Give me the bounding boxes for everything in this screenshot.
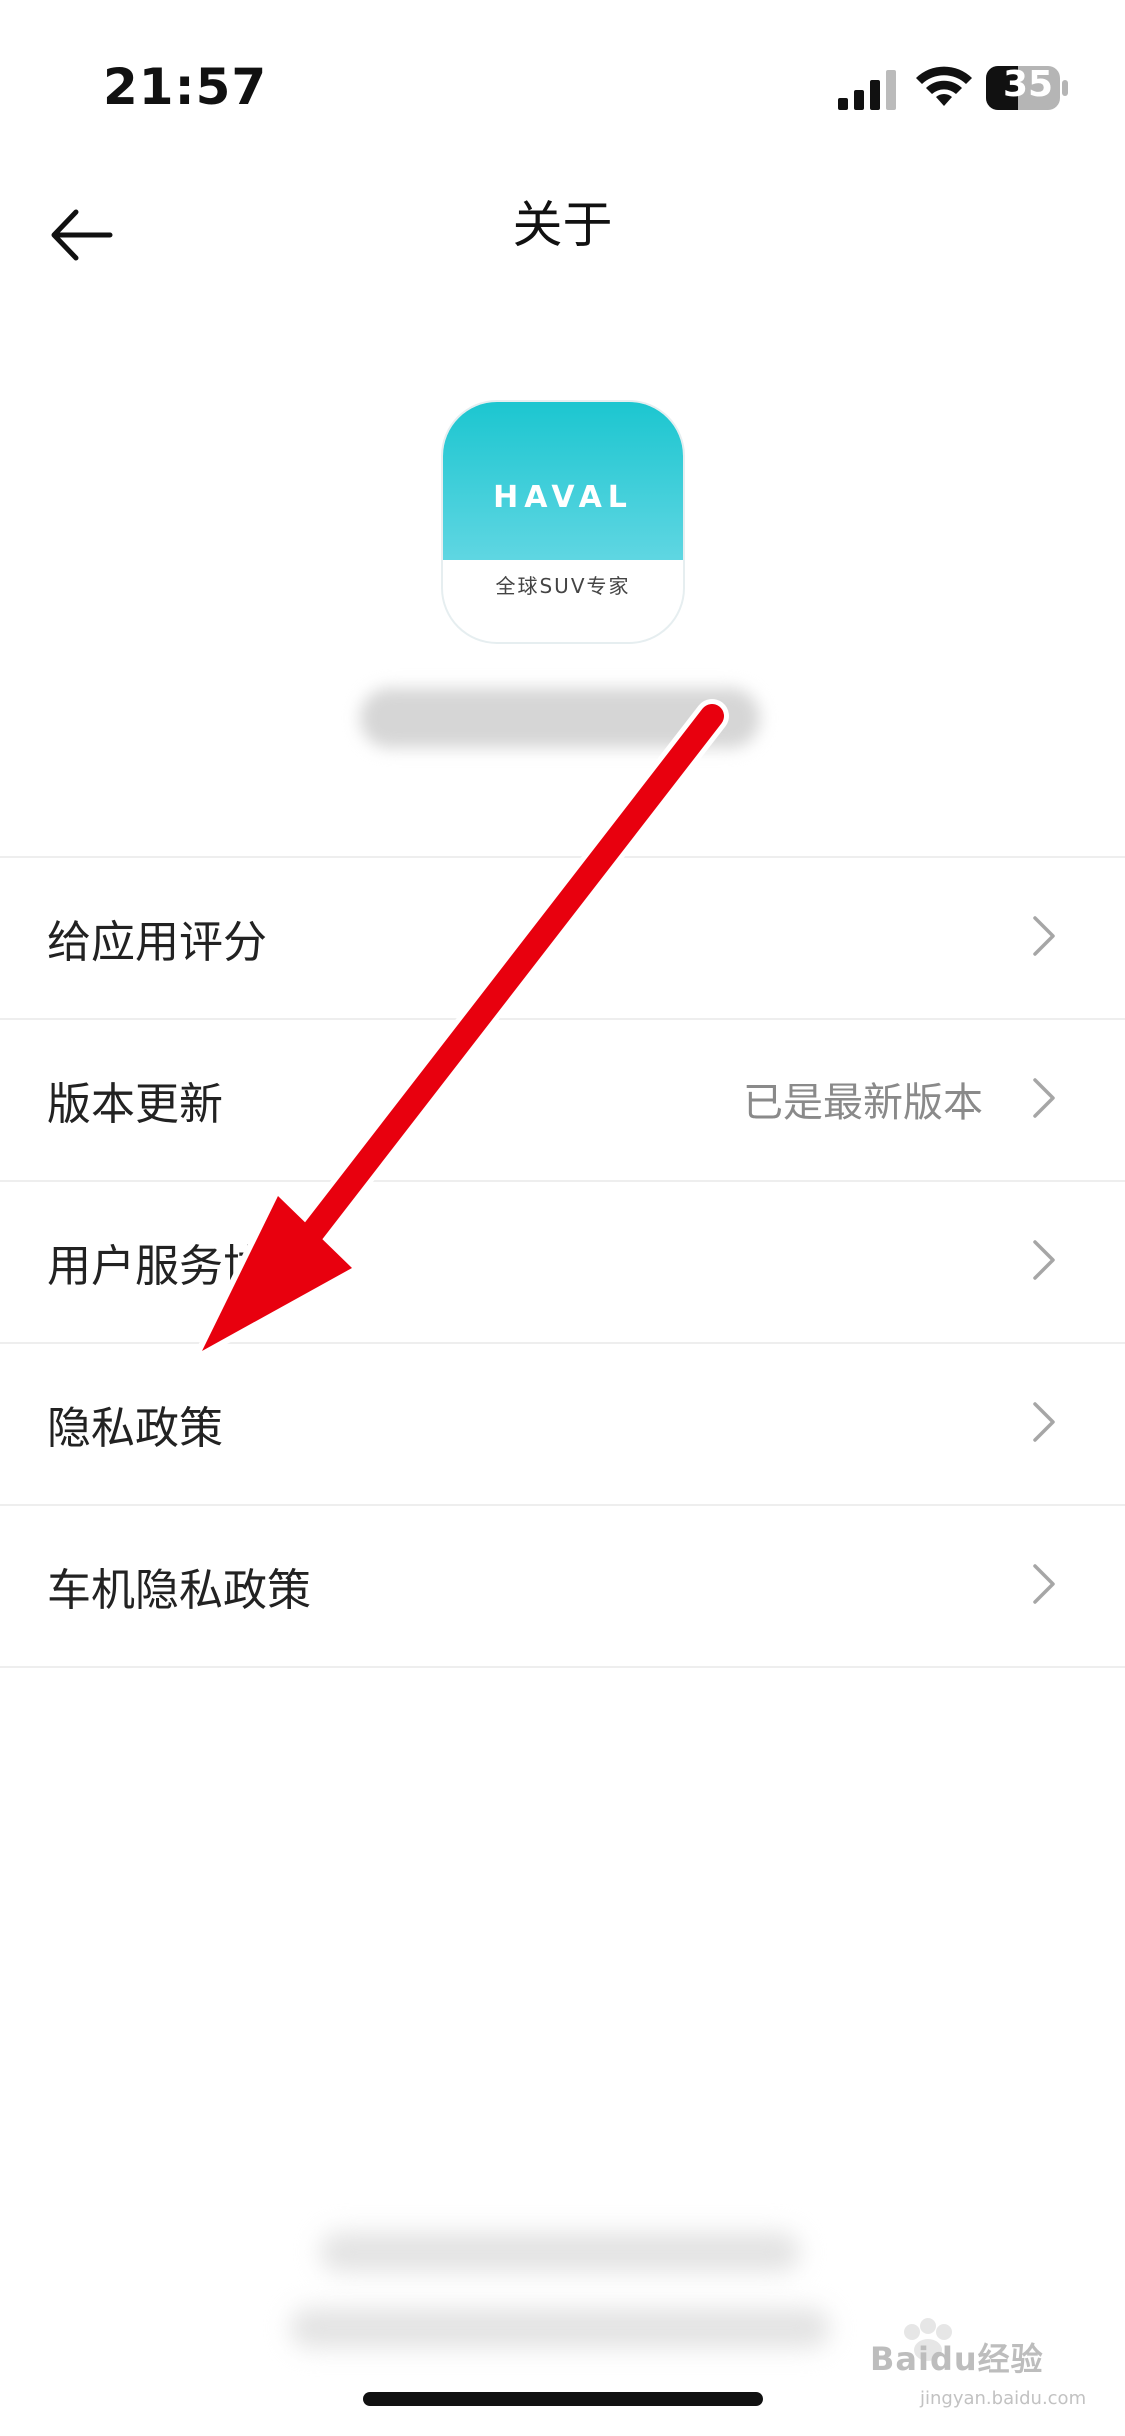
chevron-right-icon xyxy=(1033,916,1055,956)
chevron-right-icon xyxy=(1033,1240,1055,1280)
wifi-icon xyxy=(916,66,972,106)
page-title: 关于 xyxy=(512,196,613,254)
menu-item-version-update[interactable]: 版本更新 已是最新版本 xyxy=(0,1020,1125,1182)
watermark-brand: Baidu经验 xyxy=(870,2340,1044,2378)
cellular-signal-icon xyxy=(838,70,896,110)
menu-item-label: 用户服务协议 xyxy=(47,1241,311,1292)
status-bar: 21:57 35 xyxy=(0,0,1125,170)
nav-bar: 关于 xyxy=(0,170,1125,290)
menu-item-user-agreement[interactable]: 用户服务协议 xyxy=(0,1182,1125,1344)
chevron-right-icon xyxy=(1033,1078,1055,1118)
version-info-redacted xyxy=(360,688,760,748)
app-logo-slogan: 全球SUV专家 xyxy=(495,574,631,598)
version-status: 已是最新版本 xyxy=(743,1080,983,1126)
footer-info-redacted xyxy=(320,2232,800,2272)
menu-item-label: 车机隐私政策 xyxy=(47,1565,311,1616)
battery-level: 35 xyxy=(1002,64,1054,105)
menu-item-vehicle-privacy-policy[interactable]: 车机隐私政策 xyxy=(0,1506,1125,1668)
watermark-url: jingyan.baidu.com xyxy=(920,2388,1087,2409)
menu-item-label: 隐私政策 xyxy=(47,1403,223,1454)
app-logo: HAVAL 全球SUV专家 xyxy=(443,402,683,642)
menu-item-label: 版本更新 xyxy=(47,1079,223,1130)
home-indicator[interactable] xyxy=(363,2392,763,2406)
chevron-right-icon xyxy=(1033,1564,1055,1604)
chevron-right-icon xyxy=(1033,1402,1055,1442)
status-time: 21:57 xyxy=(103,58,268,116)
footer-info-redacted xyxy=(290,2308,830,2348)
menu-item-label: 给应用评分 xyxy=(47,917,267,968)
about-menu: 给应用评分 版本更新 已是最新版本 用户服务协议 隐私政策 车机隐私政策 xyxy=(0,856,1125,1668)
menu-item-privacy-policy[interactable]: 隐私政策 xyxy=(0,1344,1125,1506)
app-logo-brand: HAVAL xyxy=(493,480,633,515)
menu-item-rate-app[interactable]: 给应用评分 xyxy=(0,858,1125,1020)
